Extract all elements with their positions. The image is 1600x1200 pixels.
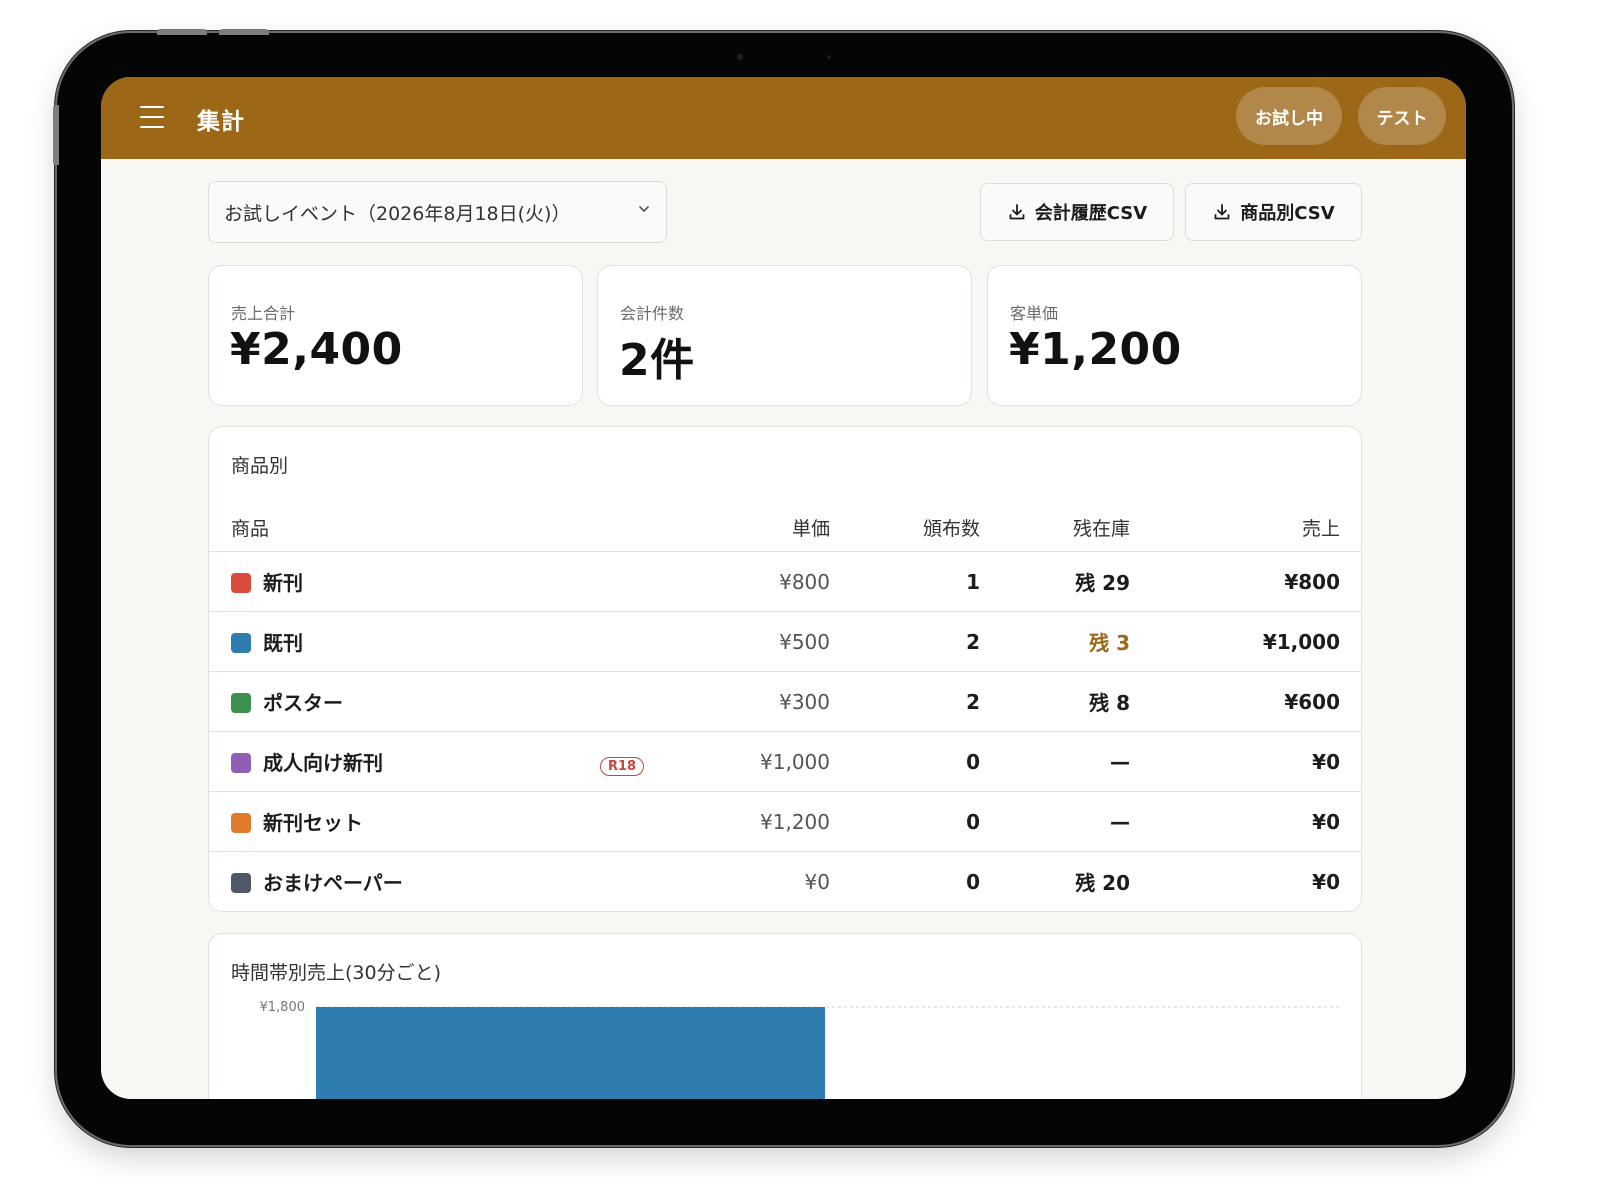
stat-label: 売上合計 xyxy=(231,304,296,323)
distributed-cell: 2 xyxy=(830,671,980,732)
history-csv-button[interactable]: 会計履歴CSV xyxy=(980,183,1174,241)
table-row: 既刊 ¥500 2 残 3 ¥1,000 xyxy=(209,611,1361,672)
product-name: 成人向け新刊 xyxy=(263,751,383,775)
product-name-cell: 新刊セット xyxy=(209,791,650,852)
trial-badge-button[interactable]: お試し中 xyxy=(1236,87,1342,145)
page-title: 集計 xyxy=(197,109,245,135)
product-name-cell: 成人向け新刊 R18 xyxy=(209,731,650,792)
price-cell: ¥800 xyxy=(650,551,830,612)
power-button xyxy=(219,29,269,35)
color-swatch xyxy=(231,633,251,653)
table-row: 成人向け新刊 R18 ¥1,000 0— ¥0 xyxy=(209,731,1361,792)
header-sales: 売上 xyxy=(1301,517,1340,540)
product-breakdown-card: 商品別 商品 単価 頒布数 残在庫 売上 新刊 ¥800 1 残 29 ¥800 既刊 ¥5… xyxy=(208,426,1362,912)
color-swatch xyxy=(231,573,251,593)
product-name: 既刊 xyxy=(263,631,303,655)
price-cell: ¥300 xyxy=(650,671,830,732)
distributed-cell: 1 xyxy=(830,551,980,612)
bar xyxy=(316,1007,825,1099)
light-sensor xyxy=(827,55,831,59)
table-row: 新刊セット ¥1,200 0— ¥0 xyxy=(209,791,1361,852)
table-row: ポスター ¥300 2 残 8 ¥600 xyxy=(209,671,1361,732)
stock-cell: 残 3 xyxy=(980,611,1130,672)
product-name: ポスター xyxy=(263,691,343,715)
price-cell: ¥1,200 xyxy=(650,791,830,852)
stock-cell: — xyxy=(980,791,1130,852)
product-name-cell: ポスター xyxy=(209,671,650,732)
distributed-cell: 2 xyxy=(830,611,980,672)
product-csv-label: 商品別CSV xyxy=(1240,203,1335,224)
event-select[interactable]: お試しイベント（2026年8月18日(火)） xyxy=(208,181,667,243)
volume-button xyxy=(157,29,207,35)
color-swatch xyxy=(231,753,251,773)
app-screen: 集計 お試し中 テスト お試しイベント（2026年8月18日(火)） 会計履歴C… xyxy=(101,77,1466,1099)
color-swatch xyxy=(231,693,251,713)
stat-label: 客単価 xyxy=(1010,304,1059,323)
section-title: 商品別 xyxy=(231,455,289,477)
distributed-cell: 0 xyxy=(830,731,980,792)
chevron-down-icon xyxy=(639,206,649,212)
color-swatch xyxy=(231,813,251,833)
menu-icon[interactable] xyxy=(140,106,164,128)
table-header-row: 商品 単価 頒布数 残在庫 売上 xyxy=(209,503,1361,552)
side-button xyxy=(53,105,59,165)
distributed-cell: 0 xyxy=(830,791,980,852)
product-name-cell: 既刊 xyxy=(209,611,650,672)
stat-value: 2件 xyxy=(619,335,695,386)
stock-cell: — xyxy=(980,731,1130,792)
header-stock: 残在庫 xyxy=(1072,517,1130,540)
total-sales-card: 売上合計 ¥2,400 xyxy=(208,265,583,406)
stat-value: ¥2,400 xyxy=(230,324,403,375)
event-select-value: お試しイベント（2026年8月18日(火)） xyxy=(224,202,571,225)
sales-cell: ¥0 xyxy=(1130,791,1361,852)
header-price: 単価 xyxy=(791,517,830,540)
sales-cell: ¥0 xyxy=(1130,851,1361,911)
sales-cell: ¥800 xyxy=(1130,551,1361,612)
stock-cell: 残 8 xyxy=(980,671,1130,732)
product-name: おまけペーパー xyxy=(263,871,403,895)
app-bar: 集計 お試し中 テスト xyxy=(101,77,1466,159)
stock-cell: 残 29 xyxy=(980,551,1130,612)
product-table: 商品 単価 頒布数 残在庫 売上 新刊 ¥800 1 残 29 ¥800 既刊 ¥500 2 残… xyxy=(209,503,1361,911)
hourly-sales-card: 時間帯別売上(30分ごと) ¥1,800 xyxy=(208,933,1362,1099)
sales-cell: ¥1,000 xyxy=(1130,611,1361,672)
header-distributed: 頒布数 xyxy=(922,517,980,540)
product-name: 新刊 xyxy=(263,571,303,595)
price-cell: ¥1,000 xyxy=(650,731,830,792)
distributed-cell: 0 xyxy=(830,851,980,911)
transaction-count-card: 会計件数 2件 xyxy=(597,265,972,406)
color-swatch xyxy=(231,873,251,893)
hourly-sales-chart: ¥1,800 xyxy=(260,1000,1342,1099)
average-spend-card: 客単価 ¥1,200 xyxy=(987,265,1362,406)
table-row: おまけペーパー ¥0 0 残 20 ¥0 xyxy=(209,851,1361,911)
download-icon xyxy=(1009,204,1025,220)
y-tick-label: ¥1,800 xyxy=(260,1000,306,1015)
history-csv-label: 会計履歴CSV xyxy=(1034,203,1148,224)
price-cell: ¥500 xyxy=(650,611,830,672)
product-csv-button[interactable]: 商品別CSV xyxy=(1185,183,1362,241)
test-button[interactable]: テスト xyxy=(1358,87,1446,145)
r18-badge: R18 xyxy=(600,757,645,776)
sales-cell: ¥600 xyxy=(1130,671,1361,732)
front-camera xyxy=(737,54,743,60)
stock-cell: 残 20 xyxy=(980,851,1130,911)
price-cell: ¥0 xyxy=(650,851,830,911)
product-name-cell: おまけペーパー xyxy=(209,851,650,911)
sales-cell: ¥0 xyxy=(1130,731,1361,792)
table-row: 新刊 ¥800 1 残 29 ¥800 xyxy=(209,551,1361,612)
stat-label: 会計件数 xyxy=(620,304,685,323)
download-icon xyxy=(1214,204,1230,220)
product-name-cell: 新刊 xyxy=(209,551,650,612)
product-name: 新刊セット xyxy=(263,811,363,835)
header-product: 商品 xyxy=(231,517,270,540)
stat-value: ¥1,200 xyxy=(1009,324,1182,375)
